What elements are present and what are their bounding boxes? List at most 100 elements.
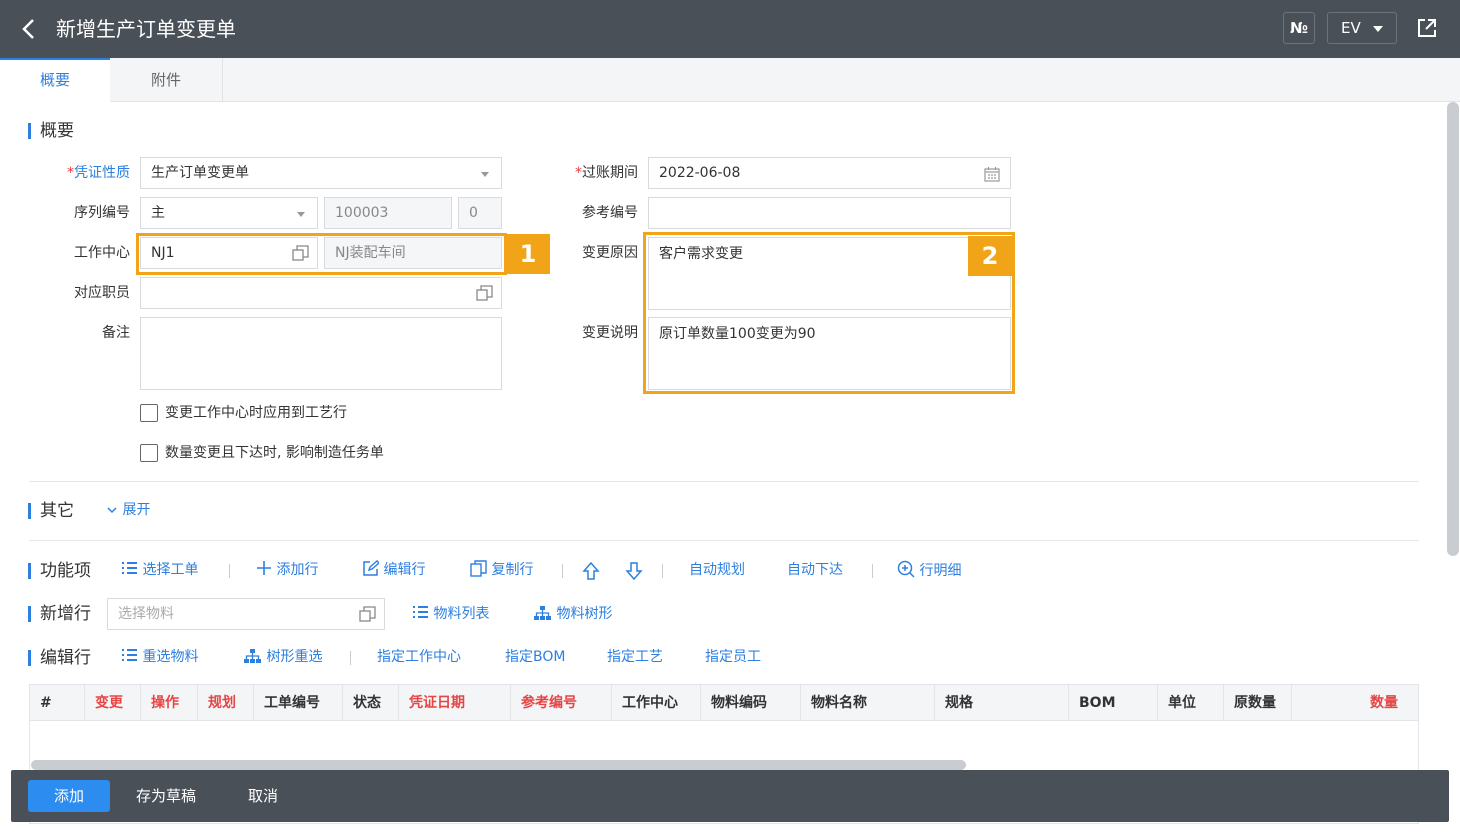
- column-header-work-center[interactable]: 工作中心: [612, 685, 701, 721]
- expand-toggle[interactable]: 展开: [106, 500, 150, 520]
- column-header-plan[interactable]: 规划: [198, 685, 254, 721]
- back-arrow-icon[interactable]: [18, 17, 40, 41]
- voucher-type-select[interactable]: 生产订单变更单: [140, 157, 502, 189]
- auto-plan-button[interactable]: 自动规划: [689, 560, 745, 580]
- vertical-scrollbar[interactable]: [1447, 102, 1459, 556]
- column-header-material-name[interactable]: 物料名称: [801, 685, 935, 721]
- change-desc-label: 变更说明: [582, 325, 638, 341]
- tab-bar: 概要 附件: [0, 58, 1460, 102]
- section-title-other: 其它: [28, 500, 74, 522]
- language-dropdown[interactable]: EV: [1327, 12, 1397, 44]
- edit-icon: [363, 560, 381, 576]
- copy-line-button[interactable]: 复制行: [470, 560, 533, 580]
- move-up-icon[interactable]: [582, 561, 600, 581]
- tree-icon: [244, 649, 261, 663]
- edit-line-button[interactable]: 编辑行: [362, 560, 425, 580]
- column-header-spec[interactable]: 规格: [935, 685, 1069, 721]
- column-header-bom[interactable]: BOM: [1069, 685, 1158, 721]
- zoom-in-icon: [897, 560, 915, 578]
- material-search-input[interactable]: 选择物料: [107, 598, 385, 630]
- cancel-button[interactable]: 取消: [233, 780, 293, 812]
- reselect-material-label: 重选物料: [142, 649, 199, 665]
- voucher-type-label: *凭证性质: [67, 165, 130, 181]
- copy-line-label: 复制行: [491, 562, 534, 578]
- posting-period-field[interactable]: 2022-06-08: [648, 157, 1011, 189]
- remark-textarea[interactable]: [140, 317, 502, 390]
- save-draft-button[interactable]: 存为草稿: [124, 780, 208, 812]
- add-line-label: 添加行: [276, 562, 319, 578]
- list-icon: [122, 562, 137, 574]
- horizontal-scrollbar[interactable]: [31, 760, 966, 770]
- separator: [562, 564, 563, 578]
- posting-period-label: *过账期间: [575, 165, 638, 181]
- remark-label: 备注: [102, 325, 130, 341]
- auto-release-button[interactable]: 自动下达: [787, 560, 843, 580]
- reselect-material-button[interactable]: 重选物料: [121, 647, 198, 667]
- chevron-down-icon: [1373, 26, 1383, 32]
- tree-reselect-button[interactable]: 树形重选: [243, 647, 322, 667]
- highlight-box-2: [643, 232, 1015, 394]
- caret-down-icon: [297, 212, 305, 217]
- title-bar: 新增生产订单变更单 № EV: [0, 0, 1460, 58]
- lookup-icon[interactable]: [476, 285, 493, 302]
- assign-work-center-button[interactable]: 指定工作中心: [377, 647, 461, 667]
- tab-summary[interactable]: 概要: [0, 58, 110, 102]
- column-header-operation[interactable]: 操作: [141, 685, 198, 721]
- add-line-button[interactable]: 添加行: [256, 560, 318, 580]
- tab-attachments[interactable]: 附件: [110, 58, 223, 102]
- column-header-unit[interactable]: 单位: [1158, 685, 1224, 721]
- add-button[interactable]: 添加: [28, 780, 110, 812]
- column-header-material-code[interactable]: 物料编码: [701, 685, 801, 721]
- lookup-icon[interactable]: [359, 606, 376, 623]
- plus-icon: [257, 561, 271, 575]
- page-title: 新增生产订单变更单: [56, 17, 236, 41]
- column-header-order-no[interactable]: 工单编号: [254, 685, 343, 721]
- reference-no-field[interactable]: [648, 197, 1011, 229]
- work-center-label: 工作中心: [74, 245, 130, 261]
- column-header-reference-no[interactable]: 参考编号: [511, 685, 612, 721]
- assign-bom-button[interactable]: 指定BOM: [505, 647, 565, 667]
- material-list-button[interactable]: 物料列表: [412, 604, 489, 624]
- separator: [872, 564, 873, 578]
- sequence-number-field: 100003: [324, 197, 452, 229]
- sequence-suffix-field: 0: [458, 197, 502, 229]
- table-header: # 变更 操作 规划 工单编号 状态 凭证日期 参考编号 工作中心 物料编码 物…: [30, 685, 1418, 721]
- material-tree-button[interactable]: 物料树形: [533, 604, 612, 624]
- separator: [662, 564, 663, 578]
- divider: [29, 481, 1419, 482]
- posting-period-value: 2022-06-08: [659, 165, 741, 181]
- footer-action-bar: 添加 存为草稿 取消: [11, 770, 1449, 822]
- column-header-change[interactable]: 变更: [85, 685, 141, 721]
- list-icon: [413, 606, 428, 618]
- column-header-status[interactable]: 状态: [343, 685, 399, 721]
- numbering-button[interactable]: №: [1283, 12, 1315, 44]
- language-label: EV: [1341, 19, 1361, 37]
- column-header-quantity[interactable]: 数量: [1292, 685, 1418, 721]
- assign-employee-button[interactable]: 指定员工: [705, 647, 761, 667]
- assign-route-button[interactable]: 指定工艺: [607, 647, 663, 667]
- apply-to-route-label: 变更工作中心时应用到工艺行: [165, 405, 347, 421]
- sequence-value: 主: [151, 205, 165, 221]
- column-header-original-qty[interactable]: 原数量: [1224, 685, 1292, 721]
- column-header-voucher-date[interactable]: 凭证日期: [399, 685, 511, 721]
- section-title-summary: 概要: [28, 120, 74, 142]
- external-link-icon[interactable]: [1416, 17, 1438, 39]
- affect-task-checkbox[interactable]: [140, 444, 158, 462]
- change-reason-label: 变更原因: [582, 245, 638, 261]
- tree-reselect-label: 树形重选: [266, 649, 323, 665]
- list-icon: [122, 649, 137, 661]
- expand-label: 展开: [122, 502, 151, 518]
- section-title-functions: 功能项: [28, 560, 91, 582]
- callout-badge-1: 1: [506, 234, 550, 274]
- callout-badge-2: 2: [968, 236, 1012, 276]
- move-down-icon[interactable]: [625, 561, 643, 581]
- select-order-button[interactable]: 选择工单: [121, 560, 198, 580]
- column-header-index[interactable]: #: [30, 685, 85, 721]
- sequence-select[interactable]: 主: [140, 197, 318, 229]
- apply-to-route-checkbox[interactable]: [140, 404, 158, 422]
- separator: [229, 564, 230, 578]
- calendar-icon[interactable]: [984, 166, 1000, 182]
- line-detail-button[interactable]: 行明细: [897, 560, 961, 581]
- section-title-edit-row: 编辑行: [28, 647, 91, 669]
- employee-field[interactable]: [140, 277, 502, 309]
